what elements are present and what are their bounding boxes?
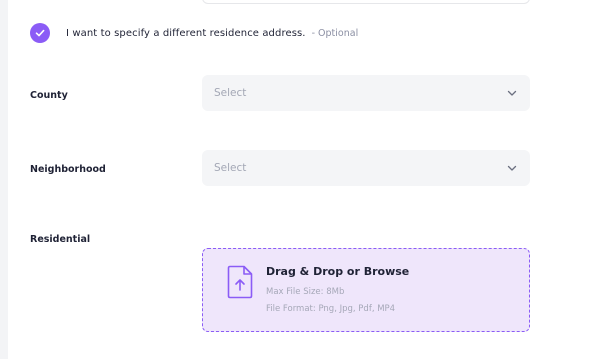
check-icon <box>35 29 45 37</box>
county-label: County <box>30 90 68 101</box>
file-format-text: File Format: Png, Jpg, Pdf, MP4 <box>266 304 396 314</box>
optional-hint: - Optional <box>311 27 359 39</box>
left-rail <box>0 0 8 359</box>
county-select[interactable]: Select <box>202 75 530 111</box>
different-address-option[interactable]: I want to specify a different residence … <box>30 22 358 44</box>
chevron-down-icon <box>507 90 517 96</box>
file-upload-icon <box>227 265 253 299</box>
different-address-checkbox[interactable] <box>30 23 50 43</box>
residential-label: Residential <box>30 234 91 245</box>
neighborhood-label: Neighborhood <box>30 164 106 175</box>
previous-field-edge <box>202 0 530 4</box>
different-address-label[interactable]: I want to specify a different residence … <box>66 28 306 39</box>
neighborhood-select-placeholder: Select <box>214 162 247 174</box>
residential-file-dropzone[interactable]: Drag & Drop or Browse Max File Size: 8Mb… <box>202 248 530 332</box>
dropzone-title[interactable]: Drag & Drop or Browse <box>266 265 409 278</box>
county-select-placeholder: Select <box>214 87 247 99</box>
chevron-down-icon <box>507 165 517 171</box>
max-file-size-text: Max File Size: 8Mb <box>266 287 345 297</box>
neighborhood-select[interactable]: Select <box>202 150 530 186</box>
